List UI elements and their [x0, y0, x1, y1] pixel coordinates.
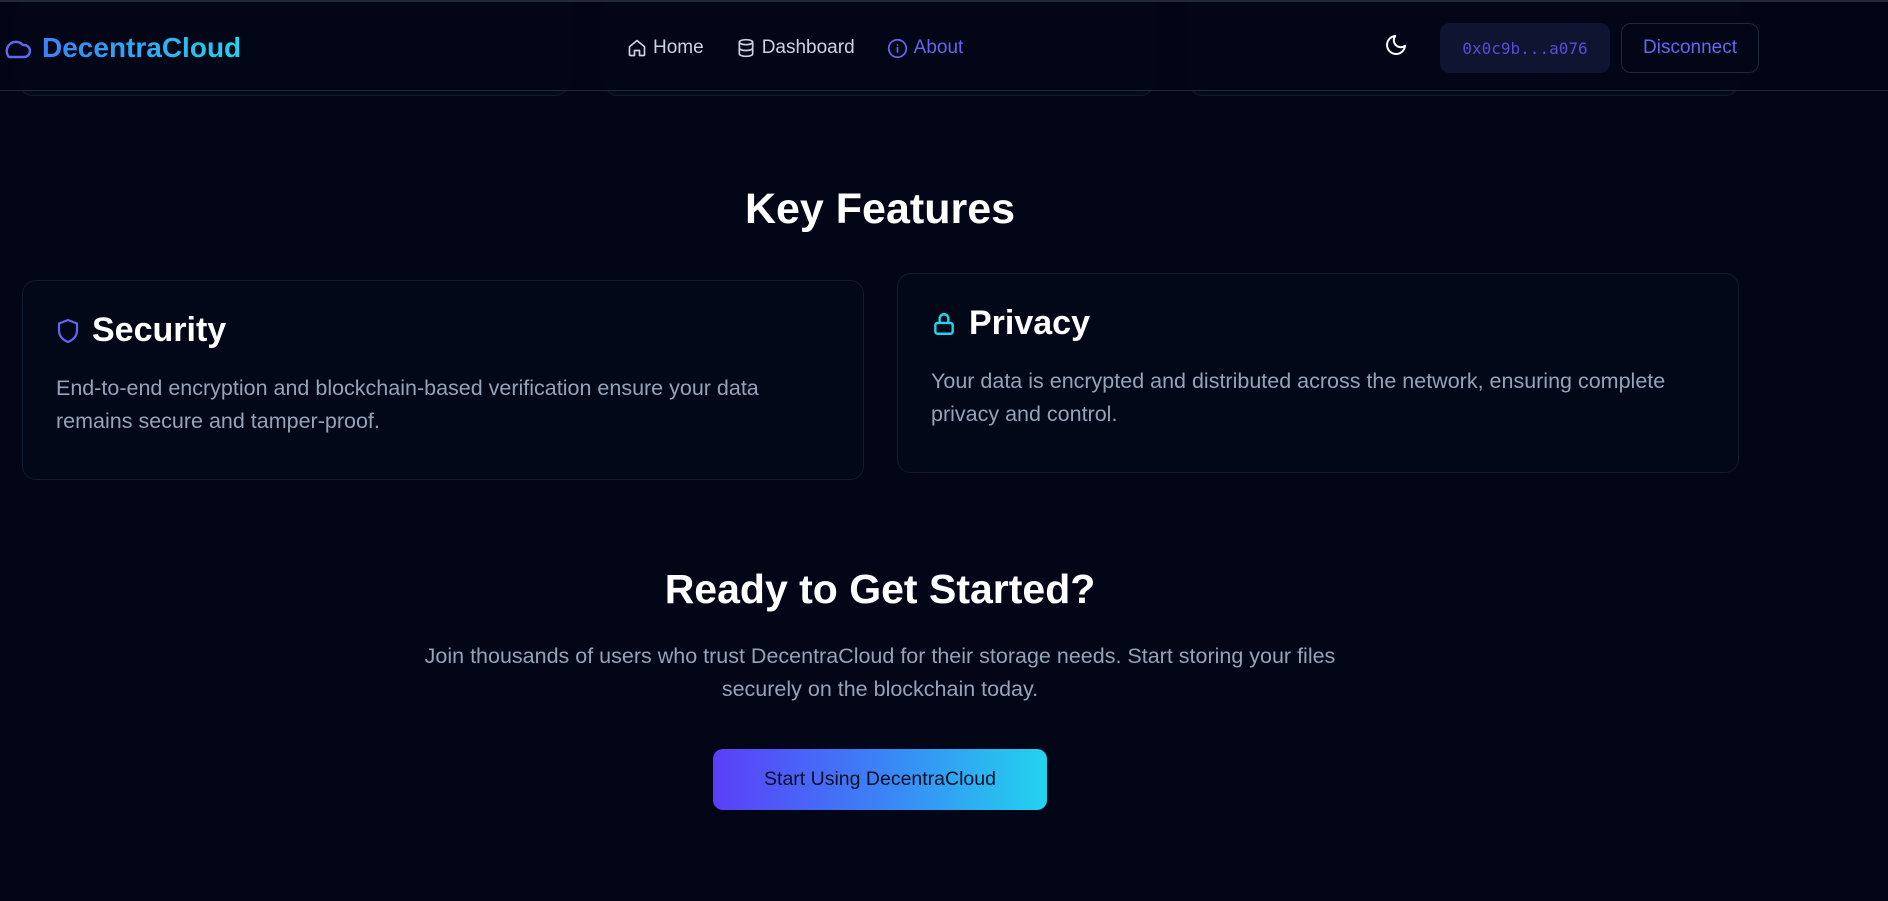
feature-card-privacy: Privacy Your data is encrypted and distr… [897, 273, 1739, 473]
start-using-button[interactable]: Start Using DecentraCloud [713, 749, 1047, 810]
shield-icon [56, 318, 80, 344]
feature-title: Privacy [969, 304, 1090, 342]
feature-description: End-to-end encryption and blockchain-bas… [56, 376, 759, 433]
nav-item-dashboard[interactable]: Dashboard [736, 37, 855, 59]
nav-item-home[interactable]: Home [627, 37, 704, 59]
moon-icon [1384, 33, 1408, 62]
features-heading: Key Features [744, 185, 1016, 233]
feature-description: Your data is encrypted and distributed a… [931, 369, 1666, 426]
feature-card-security: Security End-to-end encryption and block… [22, 280, 864, 480]
nav-item-about[interactable]: About [887, 37, 964, 59]
disconnect-button[interactable]: Disconnect [1621, 23, 1759, 73]
cloud-icon [0, 37, 32, 59]
main-nav: Home Dashboard About [627, 32, 963, 64]
wallet-address-badge: 0x0c9b...a076 [1440, 23, 1610, 73]
theme-toggle-button[interactable] [1381, 32, 1411, 62]
nav-item-label: About [913, 37, 964, 58]
feature-title: Security [92, 311, 227, 349]
brand-logo[interactable]: DecentraCloud [0, 30, 241, 66]
top-navbar: DecentraCloud Home Dashboard About 0x0c9… [0, 0, 1888, 91]
cta-description: Join thousands of users who trust Decent… [424, 644, 1336, 701]
home-icon [627, 38, 647, 58]
database-icon [736, 38, 756, 58]
nav-item-label: Dashboard [761, 37, 855, 58]
lock-icon [931, 311, 957, 337]
info-icon [887, 38, 908, 59]
nav-item-label: Home [653, 37, 704, 58]
cta-heading: Ready to Get Started? [664, 566, 1096, 612]
brand-name: DecentraCloud [42, 32, 242, 63]
